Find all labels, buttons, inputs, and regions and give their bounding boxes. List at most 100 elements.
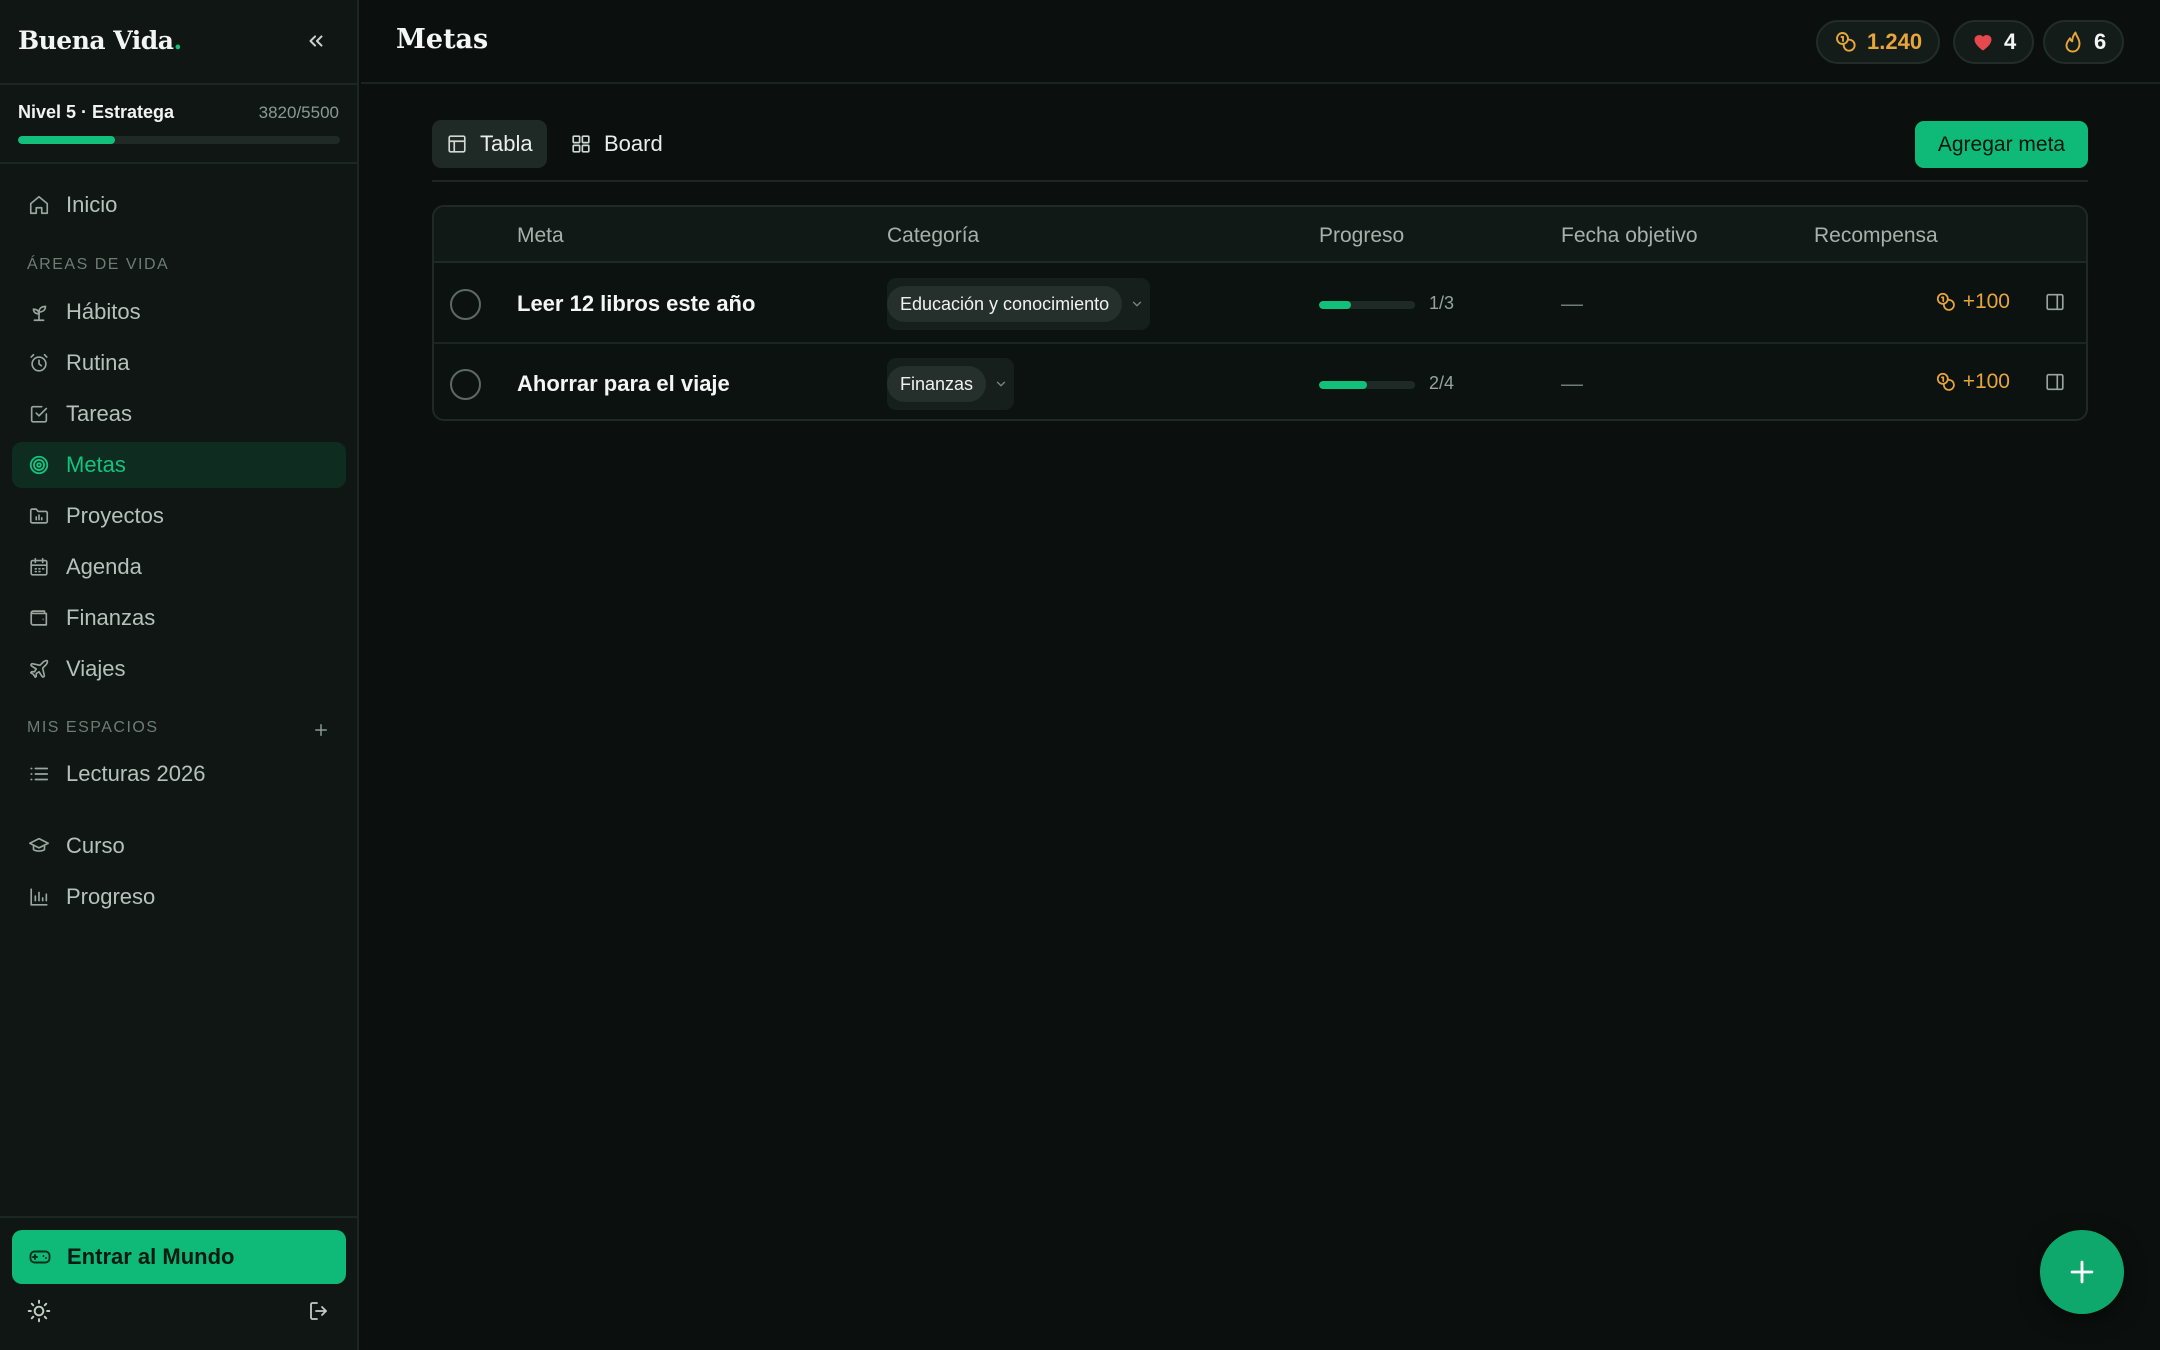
enter-world-label: Entrar al Mundo	[67, 1244, 235, 1269]
sidebar-item-metas[interactable]: Metas	[12, 442, 346, 488]
sidebar-item-label: Curso	[66, 833, 125, 858]
add-space-icon[interactable]	[307, 716, 335, 744]
sidebar-item-label: Finanzas	[66, 605, 156, 630]
column-header-categoria[interactable]: Categoría	[887, 224, 979, 248]
open-panel-icon[interactable]	[2042, 289, 2068, 315]
goal-target-date[interactable]: —	[1561, 291, 1583, 317]
sprout-icon	[27, 300, 51, 324]
sidebar-item-agenda[interactable]: Agenda	[12, 544, 346, 590]
table-row[interactable]: Ahorrar para el viaje Finanzas 2/4 — +10…	[434, 344, 2086, 419]
streak-badge[interactable]: 6	[2043, 20, 2125, 64]
sidebar-item-label: Inicio	[66, 192, 118, 217]
chevron-down-icon	[1128, 295, 1146, 313]
reward-value: +100	[1962, 290, 2010, 313]
hearts-badge[interactable]: 4	[1953, 20, 2035, 64]
goal-progress-fill	[1319, 301, 1351, 309]
graduation-cap-icon	[27, 834, 51, 858]
coins-count: 1.240	[1867, 29, 1923, 54]
sidebar-item-label: Hábitos	[66, 299, 141, 324]
grid-icon	[570, 133, 592, 155]
sidebar: Buena Vida. Nivel 5 · Estratega 3820/550…	[0, 0, 359, 1350]
column-header-meta[interactable]: Meta	[517, 224, 564, 248]
target-icon	[27, 453, 51, 477]
tab-tabla[interactable]: Tabla	[432, 120, 547, 168]
sidebar-item-inicio[interactable]: Inicio	[12, 182, 346, 228]
sidebar-item-label: Lecturas 2026	[66, 761, 206, 786]
list-icon	[27, 762, 51, 786]
goal-target-date[interactable]: —	[1561, 371, 1583, 397]
goal-progress-text: 1/3	[1429, 293, 1455, 313]
divider	[0, 83, 357, 85]
sidebar-item-viajes[interactable]: Viajes	[12, 646, 346, 692]
divider	[0, 1216, 357, 1218]
category-select[interactable]: Finanzas	[887, 358, 1015, 410]
sidebar-item-tareas[interactable]: Tareas	[12, 391, 346, 437]
complete-checkbox[interactable]	[450, 369, 481, 400]
table-row[interactable]: Leer 12 libros este año Educación y cono…	[434, 264, 2086, 344]
folder-chart-icon	[27, 504, 51, 528]
coins-icon	[1834, 30, 1858, 54]
sidebar-item-label: Viajes	[66, 656, 126, 681]
reward-value: +100	[1962, 370, 2010, 393]
category-select[interactable]: Educación y conocimiento	[887, 278, 1151, 330]
hearts-count: 4	[2004, 29, 2017, 54]
section-label-areas: ÁREAS DE VIDA	[27, 256, 170, 273]
sidebar-item-label: Proyectos	[66, 503, 164, 528]
home-icon	[27, 193, 51, 217]
sidebar-item-habitos[interactable]: Hábitos	[12, 289, 346, 335]
goal-reward: +100	[1935, 370, 2010, 394]
sidebar-item-lecturas-2026[interactable]: Lecturas 2026	[12, 751, 346, 797]
category-pill: Educación y conocimiento	[887, 286, 1123, 322]
level-label: Nivel 5 · Estratega	[18, 102, 175, 122]
goal-progress-fill	[1319, 381, 1367, 389]
sun-icon[interactable]	[24, 1296, 54, 1326]
calendar-icon	[27, 555, 51, 579]
section-label-spaces: MIS ESPACIOS	[27, 719, 159, 736]
logout-icon[interactable]	[304, 1296, 334, 1326]
sidebar-item-label: Tareas	[66, 401, 133, 426]
sidebar-item-rutina[interactable]: Rutina	[12, 340, 346, 386]
coins-badge[interactable]: 1.240	[1816, 20, 1941, 64]
sidebar-item-label: Agenda	[66, 554, 142, 579]
column-header-fecha-objetivo[interactable]: Fecha objetivo	[1561, 224, 1698, 248]
alarm-clock-icon	[27, 351, 51, 375]
chevron-down-icon	[992, 375, 1010, 393]
collapse-sidebar-icon[interactable]	[302, 27, 330, 55]
goal-name[interactable]: Ahorrar para el viaje	[517, 371, 730, 397]
complete-checkbox[interactable]	[450, 289, 481, 320]
flame-icon	[2061, 30, 2085, 54]
open-panel-icon[interactable]	[2042, 369, 2068, 395]
sidebar-item-finanzas[interactable]: Finanzas	[12, 595, 346, 641]
level-progress-fill	[18, 136, 115, 144]
sidebar-item-label: Progreso	[66, 884, 156, 909]
add-goal-button[interactable]: Agregar meta	[1915, 121, 2088, 168]
goal-progress-bar	[1319, 301, 1415, 309]
gamepad-icon	[27, 1244, 53, 1270]
page-title: Metas	[396, 24, 489, 55]
wallet-icon	[27, 606, 51, 630]
category-pill: Finanzas	[887, 366, 987, 402]
level-xp: 3820/5500	[258, 103, 339, 122]
plus-icon	[2065, 1255, 2099, 1289]
sidebar-item-proyectos[interactable]: Proyectos	[12, 493, 346, 539]
goal-name[interactable]: Leer 12 libros este año	[517, 291, 755, 317]
goal-progress-bar	[1319, 381, 1415, 389]
goal-progress-text: 2/4	[1429, 373, 1455, 393]
streak-count: 6	[2094, 29, 2107, 54]
top-header: Metas 1.240 4 6	[361, 0, 2160, 84]
sidebar-item-curso[interactable]: Curso	[12, 823, 346, 869]
column-header-recompensa[interactable]: Recompensa	[1814, 224, 1938, 248]
level-progress-bar	[18, 136, 340, 144]
column-header-progreso[interactable]: Progreso	[1319, 224, 1404, 248]
checkbox-icon	[27, 402, 51, 426]
tab-board[interactable]: Board	[556, 120, 677, 168]
brand-logo[interactable]: Buena Vida.	[18, 26, 182, 55]
goals-table: Meta Categoría Progreso Fecha objetivo R…	[432, 205, 2088, 421]
sidebar-item-progreso[interactable]: Progreso	[12, 874, 346, 920]
tab-label: Tabla	[480, 131, 533, 156]
divider	[0, 162, 357, 164]
quick-add-button[interactable]	[2040, 1230, 2124, 1314]
enter-world-button[interactable]: Entrar al Mundo	[12, 1230, 346, 1284]
tab-label: Board	[604, 131, 663, 156]
heart-icon	[1971, 30, 1995, 54]
